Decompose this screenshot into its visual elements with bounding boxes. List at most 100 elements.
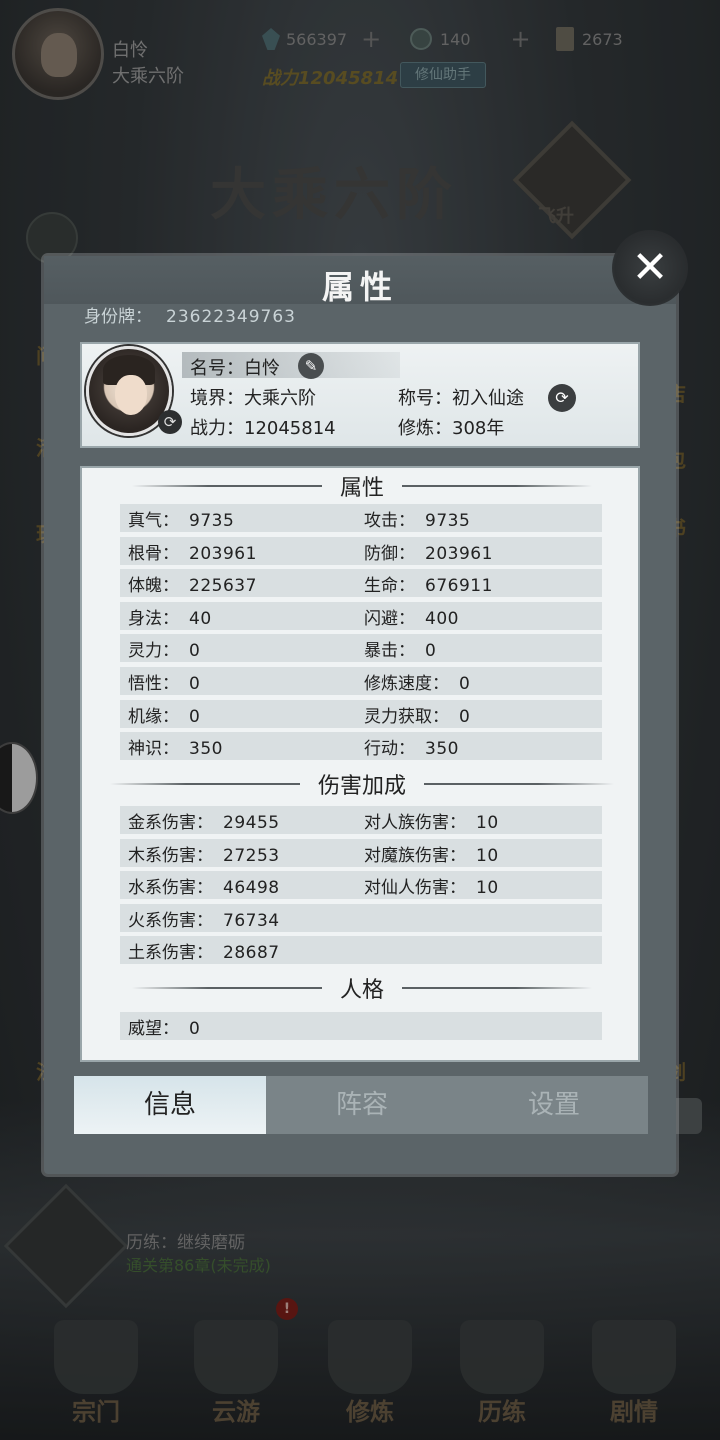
divider-line [131, 485, 322, 487]
stat-value: 350 [425, 739, 459, 760]
stat-value: 0 [459, 674, 471, 694]
attributes-section-header: 属性 [82, 470, 642, 502]
stat-value: 10 [476, 878, 499, 899]
tab-lineup[interactable]: 阵容 [266, 1076, 458, 1134]
stat-value: 0 [459, 706, 471, 727]
stat-label: 木系伤害： [128, 845, 213, 866]
stat-label: 身法： [128, 608, 179, 629]
title-value: 初入仙途 [452, 388, 524, 409]
stat-value: 350 [189, 739, 223, 760]
stat-row: 水系伤害： 46498 对仙人伤害： 10 [120, 871, 602, 900]
damage-section-header: 伤害加成 [82, 768, 642, 800]
stat-label: 土系伤害： [128, 943, 213, 964]
title-field: 称号：初入仙途 [398, 384, 524, 410]
stat-value: 10 [476, 813, 499, 833]
stat-cell: 闪避： 400 [364, 604, 459, 629]
stat-value: 0 [189, 1019, 201, 1039]
stat-label: 真气： [128, 511, 179, 531]
stat-value: 203961 [425, 543, 493, 564]
stat-label: 灵力获取： [364, 706, 449, 727]
name-field: 名号：白怜 [190, 354, 280, 380]
stat-value: 76734 [223, 910, 280, 931]
stat-label: 暴击： [364, 641, 415, 662]
stat-cell: 生命： 676911 [364, 571, 493, 596]
stat-cell: 对仙人伤害： 10 [364, 873, 499, 898]
stat-value: 9735 [425, 511, 471, 531]
stat-label: 神识： [128, 739, 179, 760]
stat-value: 40 [189, 608, 212, 629]
stat-row: 机缘： 0 灵力获取： 0 [120, 699, 602, 728]
stat-label: 体魄： [128, 576, 179, 597]
stat-value: 0 [189, 706, 201, 727]
stat-value: 46498 [223, 878, 280, 899]
stat-cell: 机缘： 0 [128, 702, 200, 727]
stats-panel[interactable]: 属性 真气： 9735 攻击： 9735 根骨： 203961 防御： 203961 体魄： 22… [80, 466, 640, 1062]
stat-cell: 对魔族伤害： 10 [364, 841, 499, 866]
stat-label: 对魔族伤害： [364, 845, 466, 866]
stat-row: 木系伤害： 27253 对魔族伤害： 10 [120, 838, 602, 867]
id-label: 身份牌： [84, 307, 152, 327]
stat-label: 攻击： [364, 511, 415, 531]
name-value: 白怜 [244, 358, 280, 379]
power-label: 战力： [190, 418, 244, 439]
stat-label: 闪避： [364, 608, 415, 629]
stat-cell: 木系伤害： 27253 [128, 841, 280, 866]
name-label: 名号： [190, 358, 244, 379]
divider-line [424, 783, 614, 785]
portrait-swap-icon[interactable]: ⟳ [158, 410, 182, 434]
stat-cell: 攻击： 9735 [364, 506, 470, 531]
stat-row: 火系伤害： 76734 [120, 903, 602, 932]
stat-row: 根骨： 203961 防御： 203961 [120, 536, 602, 565]
stat-value: 203961 [189, 543, 257, 564]
stat-value: 27253 [223, 845, 280, 866]
stat-label: 对人族伤害： [364, 813, 466, 833]
tab-info[interactable]: 信息 [74, 1076, 266, 1134]
stat-label: 水系伤害： [128, 878, 213, 899]
power-field: 战力：12045814 [190, 414, 336, 440]
realm-field: 境界：大乘六阶 [190, 384, 316, 410]
stat-value: 9735 [189, 511, 235, 531]
close-icon[interactable]: ✕ [612, 230, 688, 306]
stat-value: 0 [425, 641, 437, 662]
profile-card: ⟳ 名号：白怜 ✎ 境界：大乘六阶 称号：初入仙途 ⟳ 战力：12045814 … [80, 342, 640, 448]
stat-label: 金系伤害： [128, 813, 213, 833]
stat-cell: 身法： 40 [128, 604, 212, 629]
stat-label: 悟性： [128, 674, 179, 694]
stat-cell: 暴击： 0 [364, 636, 436, 661]
edit-name-icon[interactable]: ✎ [298, 353, 324, 379]
id-row: 身份牌： 23622349763 [84, 302, 296, 327]
divider-line [131, 987, 322, 989]
stat-value: 0 [189, 641, 201, 662]
tab-settings[interactable]: 设置 [458, 1076, 650, 1134]
stat-value: 29455 [223, 813, 280, 833]
stat-label: 生命： [364, 576, 415, 597]
stat-cell: 体魄： 225637 [128, 571, 257, 596]
divider-line [109, 783, 300, 785]
divider-line [402, 485, 592, 487]
stat-cell: 灵力获取： 0 [364, 702, 470, 727]
stat-value: 225637 [189, 576, 257, 597]
stat-cell [364, 906, 374, 926]
stat-label: 机缘： [128, 706, 179, 727]
stat-cell: 修炼速度： 0 [364, 669, 470, 694]
stat-label: 根骨： [128, 543, 179, 564]
cultivate-label: 修炼： [398, 418, 452, 439]
stat-cell: 火系伤害： 76734 [128, 906, 280, 931]
personality-section-header: 人格 [82, 972, 642, 1004]
damage-section-title: 伤害加成 [317, 774, 406, 799]
cultivate-field: 修炼：308年 [398, 414, 504, 440]
portrait-face [115, 375, 147, 415]
attributes-section-title: 属性 [339, 476, 384, 501]
divider-line [402, 987, 592, 989]
change-title-icon[interactable]: ⟳ [548, 384, 576, 412]
stat-cell: 金系伤害： 29455 [128, 808, 280, 833]
realm-label: 境界： [190, 388, 244, 409]
modal-tabs: 信息 阵容 设置 [74, 1076, 648, 1134]
attributes-modal: 属性 ✕ 身份牌： 23622349763 ⟳ 名号：白怜 ✎ 境界：大乘六阶 称… [44, 230, 688, 1174]
realm-value: 大乘六阶 [244, 388, 316, 409]
stat-row: 神识： 350 行动： 350 [120, 732, 602, 761]
stat-cell: 真气： 9735 [128, 506, 234, 531]
stat-value: 400 [425, 608, 459, 629]
stat-label: 行动： [364, 739, 415, 760]
stat-cell: 悟性： 0 [128, 669, 200, 694]
